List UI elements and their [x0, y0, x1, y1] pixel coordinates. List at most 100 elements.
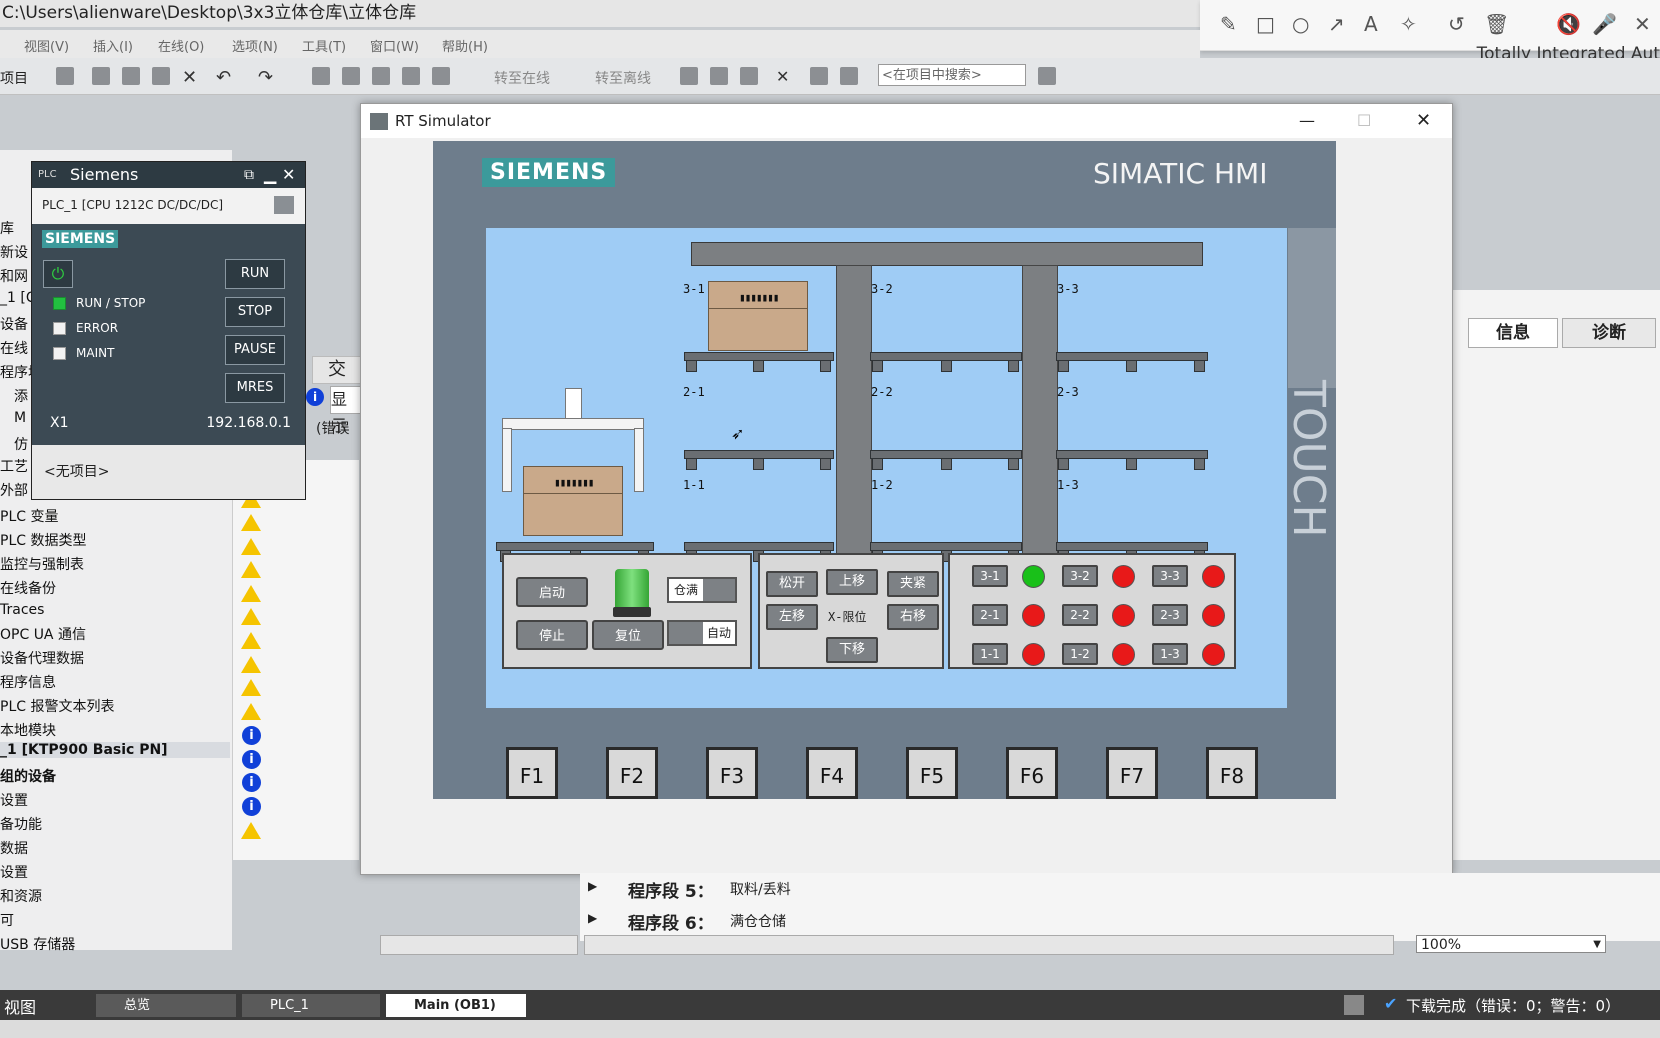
start-sim-icon[interactable] — [402, 67, 420, 85]
function-key-f6[interactable]: F6 — [1006, 747, 1058, 799]
mute-icon[interactable]: 🔇 — [1556, 12, 1581, 36]
maximize-icon[interactable]: ☐ — [1357, 104, 1371, 138]
cut-icon[interactable] — [92, 67, 110, 85]
menu-options[interactable]: 选项(N) — [232, 36, 278, 55]
minimize-icon[interactable]: — — [1299, 104, 1315, 138]
tree-item[interactable]: 监控与强制表 — [0, 554, 84, 574]
tree-item[interactable]: 和资源 — [0, 886, 42, 906]
tree-item[interactable]: 本地模块 — [0, 720, 56, 740]
move-down-button[interactable]: 下移 — [826, 637, 878, 663]
magic-wand-icon[interactable]: ✧ — [1400, 12, 1417, 36]
project-label[interactable]: 项目 — [0, 68, 28, 88]
error-filter[interactable]: (错误 — [316, 418, 349, 438]
tab-cross-ref[interactable]: 交 — [312, 356, 362, 384]
tree-item[interactable]: 设置 — [0, 790, 28, 810]
portal-view-link[interactable]: 视图 — [4, 994, 36, 1018]
clamp-button[interactable]: 夹紧 — [887, 571, 939, 597]
tree-item[interactable]: 在线备份 — [0, 578, 56, 598]
expand-icon[interactable]: ▶ — [588, 911, 597, 925]
tab-info[interactable]: 信息 — [1468, 318, 1558, 348]
tree-item[interactable]: 和网 — [0, 266, 28, 286]
menu-tools[interactable]: 工具(T) — [302, 36, 346, 55]
horizontal-scrollbar-left[interactable] — [380, 935, 578, 955]
undo-icon[interactable]: ↺ — [1448, 12, 1465, 36]
mic-off-icon[interactable]: 🎤 — [1592, 12, 1617, 36]
text-icon[interactable]: A — [1364, 12, 1378, 36]
tree-item[interactable]: 仿 — [14, 434, 28, 454]
close-icon[interactable]: ✕ — [1416, 104, 1431, 138]
menu-view[interactable]: 视图(V) — [24, 36, 69, 55]
pause-button[interactable]: PAUSE — [225, 335, 285, 365]
tree-item[interactable]: PLC 报警文本列表 — [0, 696, 114, 716]
tree-item[interactable]: 添 — [14, 386, 28, 406]
close-all-icon[interactable]: ✕ — [776, 67, 794, 86]
accessible-devices-icon[interactable] — [680, 67, 698, 85]
rectangle-icon[interactable]: □ — [1256, 12, 1275, 36]
move-right-button[interactable]: 右移 — [887, 604, 939, 630]
download-icon[interactable] — [342, 67, 360, 85]
function-key-f4[interactable]: F4 — [806, 747, 858, 799]
tree-item[interactable]: 备功能 — [0, 814, 42, 834]
stop-button[interactable]: 停止 — [516, 620, 588, 650]
tree-item[interactable]: 库 — [0, 218, 14, 238]
start-button[interactable]: 启动 — [516, 577, 588, 607]
stop-button[interactable]: STOP — [225, 297, 285, 327]
restore-icon[interactable]: ⧉ — [244, 162, 254, 188]
paste-icon[interactable] — [152, 67, 170, 85]
properties-icon[interactable] — [1344, 995, 1364, 1015]
search-icon[interactable] — [1038, 67, 1056, 85]
tree-item[interactable]: 组的设备 — [0, 766, 56, 786]
function-key-f8[interactable]: F8 — [1206, 747, 1258, 799]
auto-toggle[interactable]: 自动 — [667, 620, 737, 646]
reset-button[interactable]: 复位 — [592, 620, 664, 650]
tree-item[interactable]: 可 — [0, 910, 14, 930]
device-view-icon[interactable] — [274, 196, 294, 214]
stop-sim-icon[interactable] — [432, 67, 450, 85]
tree-item[interactable]: OPC UA 通信 — [0, 624, 86, 644]
close-icon[interactable]: ✕ — [282, 162, 295, 188]
copy-icon[interactable] — [122, 67, 140, 85]
pen-icon[interactable]: ✎ — [1220, 12, 1237, 36]
minimize-icon[interactable]: ▁ — [264, 162, 276, 188]
mres-button[interactable]: MRES — [225, 373, 285, 403]
tree-item[interactable]: 程序信息 — [0, 672, 56, 692]
upload-icon[interactable] — [372, 67, 390, 85]
expand-icon[interactable]: ▶ — [588, 879, 597, 893]
run-button[interactable]: RUN — [225, 259, 285, 289]
compile-icon[interactable] — [312, 67, 330, 85]
tree-item[interactable]: 数据 — [0, 838, 28, 858]
tree-item[interactable]: M — [14, 410, 26, 426]
menu-window[interactable]: 窗口(W) — [370, 36, 419, 55]
function-key-f1[interactable]: F1 — [506, 747, 558, 799]
tab-diagnostics[interactable]: 诊断 — [1562, 318, 1656, 348]
menu-help[interactable]: 帮助(H) — [442, 36, 488, 55]
function-key-f7[interactable]: F7 — [1106, 747, 1158, 799]
project-search-input[interactable]: <在项目中搜索> — [878, 64, 1026, 86]
tree-item[interactable]: 在线 — [0, 338, 28, 358]
tree-item[interactable]: 工艺 — [0, 456, 28, 476]
circle-icon[interactable]: ○ — [1292, 12, 1309, 36]
horizontal-scrollbar-editor[interactable] — [584, 935, 1394, 955]
split-vertical-icon[interactable] — [840, 67, 858, 85]
move-up-button[interactable]: 上移 — [826, 569, 878, 595]
power-icon[interactable]: ⏻ — [43, 260, 73, 288]
menu-insert[interactable]: 插入(I) — [93, 36, 133, 55]
tree-item[interactable]: USB 存储器 — [0, 934, 75, 954]
function-key-f3[interactable]: F3 — [706, 747, 758, 799]
undo-icon[interactable]: ↶ — [216, 67, 234, 88]
tree-item[interactable]: Traces — [0, 602, 44, 618]
move-left-button[interactable]: 左移 — [766, 604, 818, 630]
full-toggle[interactable]: 仓满 — [667, 577, 737, 603]
trash-icon[interactable]: 🗑 — [1484, 12, 1509, 36]
task-plc[interactable]: PLC_1 — [242, 994, 380, 1017]
split-horizontal-icon[interactable] — [810, 67, 828, 85]
go-online-button[interactable]: 转至在线 — [494, 68, 550, 88]
zoom-select[interactable]: 100% ▼ — [1416, 935, 1606, 953]
tree-item[interactable]: 设置 — [0, 862, 28, 882]
task-overview[interactable]: 总览 — [96, 994, 236, 1017]
task-main-ob1[interactable]: Main (OB1) — [386, 994, 526, 1017]
split-editor2-icon[interactable] — [740, 67, 758, 85]
redo-icon[interactable]: ↷ — [258, 67, 276, 88]
tree-item[interactable]: PLC 数据类型 — [0, 530, 86, 550]
show-dropdown[interactable]: 显示 — [330, 386, 362, 435]
